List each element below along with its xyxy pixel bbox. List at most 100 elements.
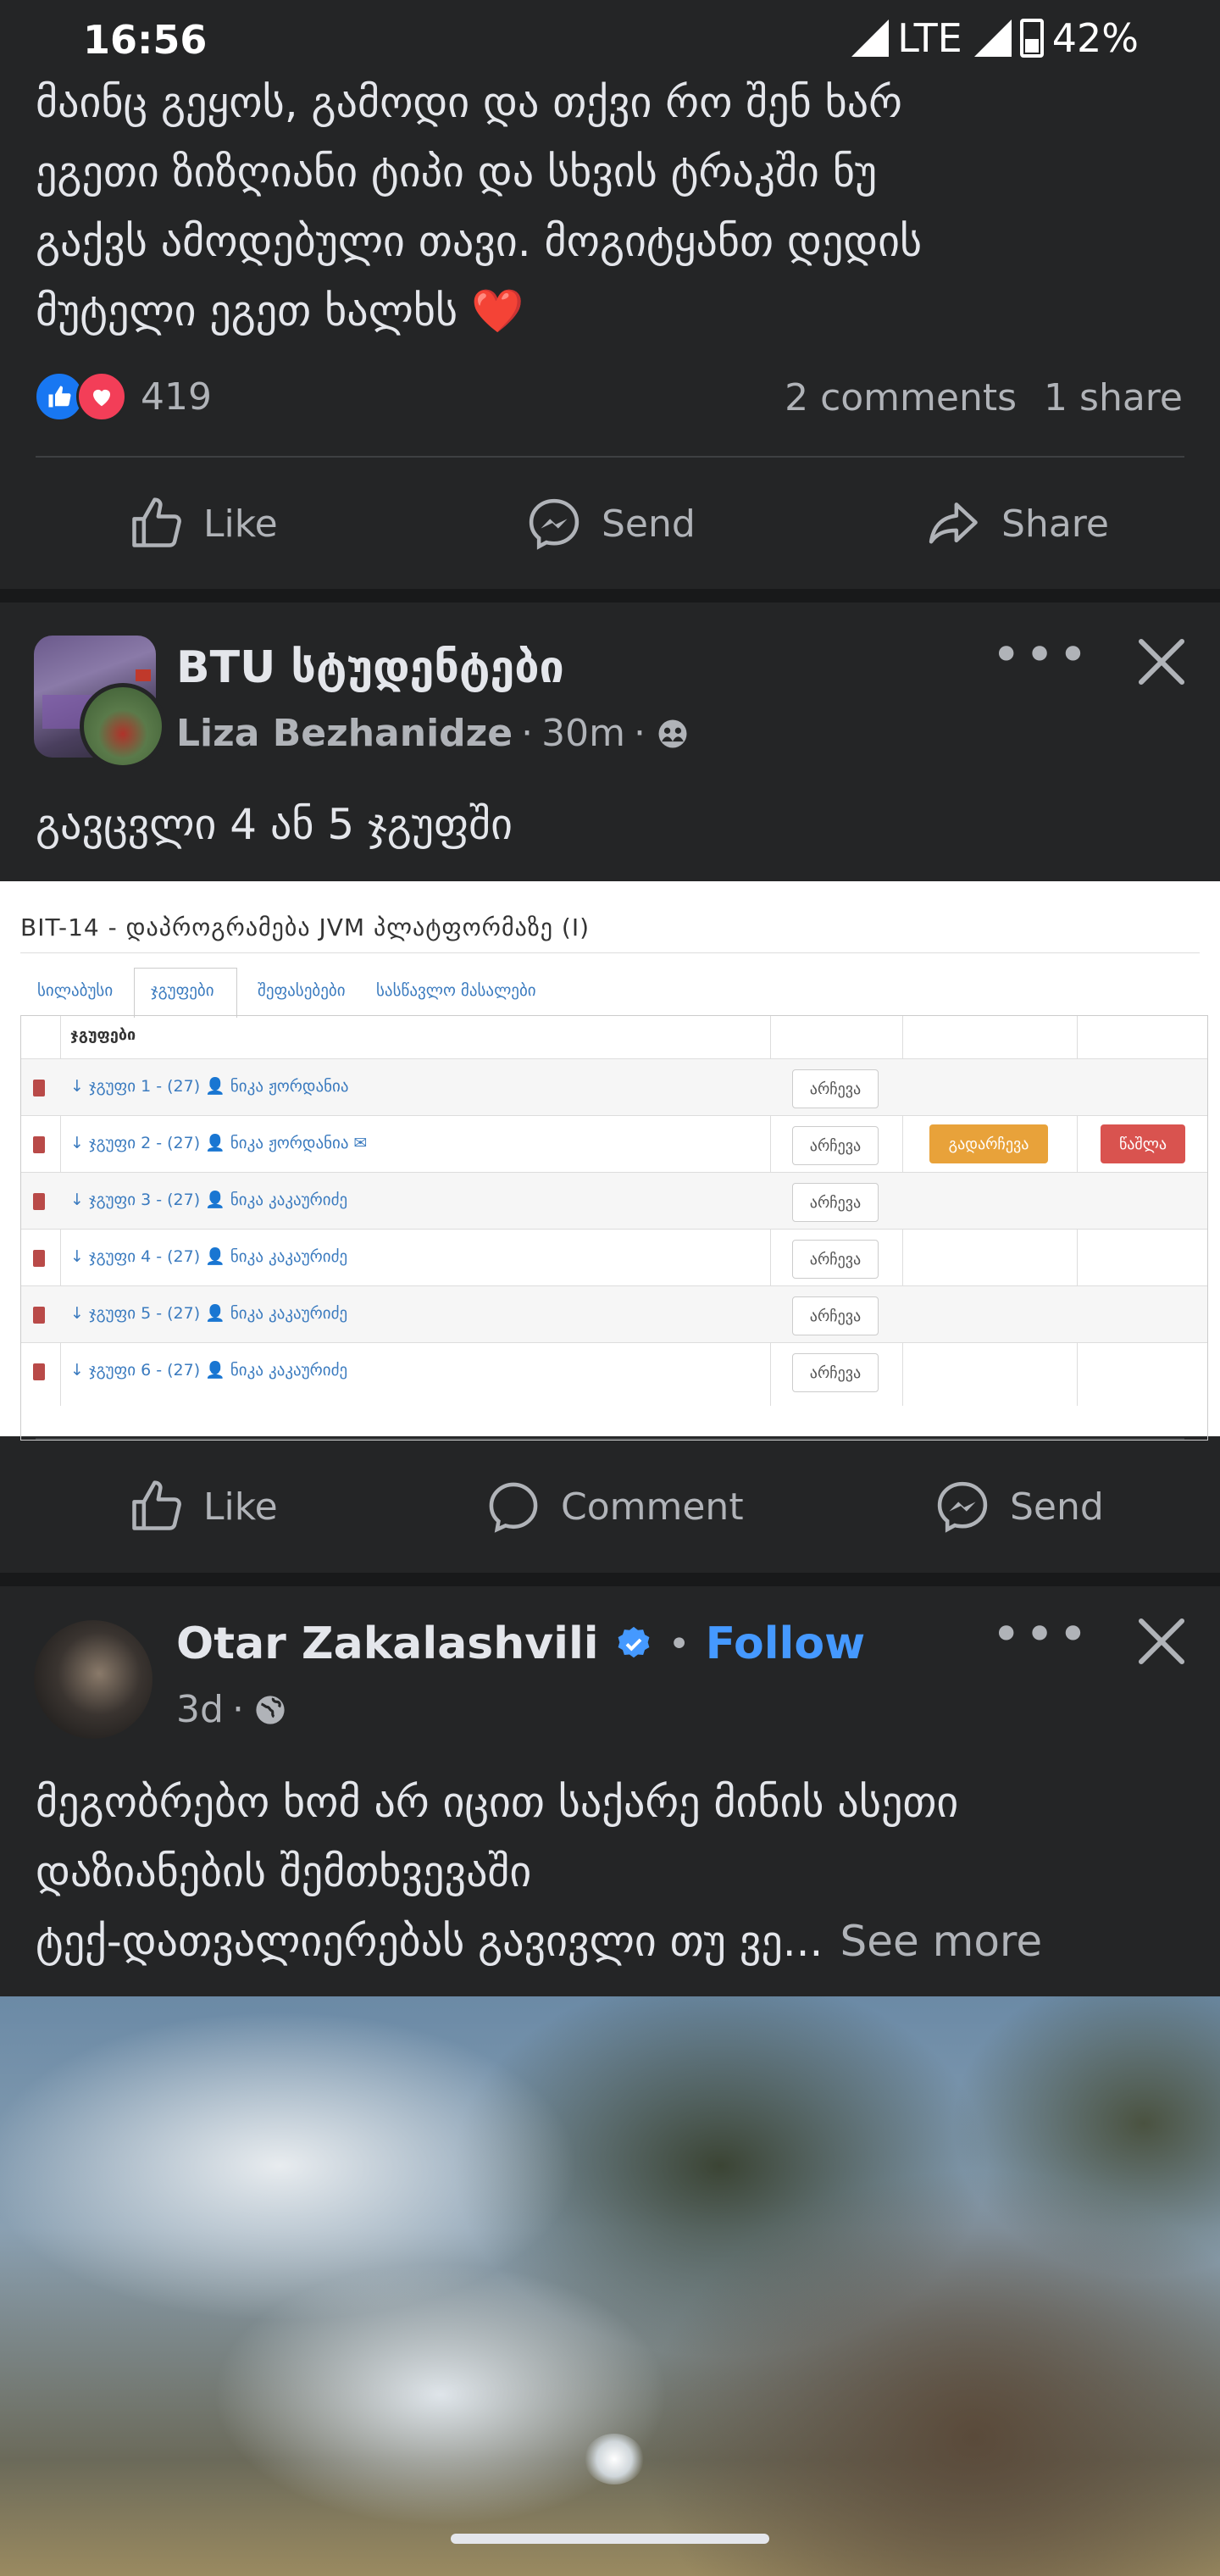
like-button[interactable]: Like [127, 1478, 278, 1535]
post1-text-line: ეგეთი ზიზღიანი ტიპი და სხვის ტრაკში ნუ [36, 147, 878, 197]
messenger-icon [937, 1481, 988, 1533]
reaction-count: 419 [141, 375, 212, 419]
screenshot-title: BIT-14 - დაპროგრამება JVM პლატფორმაზე (I… [20, 913, 591, 941]
reaction-summary[interactable]: 419 [34, 371, 212, 422]
group-link[interactable]: ↓ ჯგუფი 4 - (27) 👤 ნიკა კაკაურიძე [70, 1246, 347, 1266]
meta-separator: · [231, 1688, 244, 1731]
follow-button[interactable]: Follow [706, 1618, 866, 1669]
status-time: 16:56 [83, 17, 208, 63]
close-icon[interactable] [1135, 636, 1186, 686]
table-row: ↓ ჯგუფი 4 - (27) 👤 ნიკა კაკაურიძე არჩევა [21, 1229, 1207, 1286]
delete-button[interactable]: წაშლა [1101, 1124, 1185, 1163]
send-label: Send [1010, 1485, 1104, 1529]
post-time[interactable]: 3d [176, 1688, 224, 1731]
post3-text-line: მეგობრებო ხომ არ იცით საქარე მინის ასეთი [36, 1778, 959, 1827]
tab-grades[interactable]: შეფასებები [258, 981, 346, 1000]
divider [36, 456, 1184, 458]
row-marker [33, 1080, 45, 1096]
meta-separator: • [668, 1622, 690, 1666]
select-button[interactable]: არჩევა [792, 1069, 879, 1108]
select-button[interactable]: არჩევა [792, 1126, 879, 1165]
table-row: ↓ ჯგუფი 2 - (27) 👤 ნიკა ჟორდანია ✉ არჩევ… [21, 1115, 1207, 1173]
table-row: ↓ ჯგუფი 5 - (27) 👤 ნიკა კაკაურიძე არჩევა [21, 1285, 1207, 1343]
row-marker [33, 1250, 45, 1267]
author-avatar[interactable] [80, 683, 166, 769]
thumbs-up-icon [132, 497, 181, 547]
verified-badge-icon [618, 1626, 650, 1658]
messenger-icon [529, 498, 580, 550]
group-name[interactable]: BTU სტუდენტები [176, 642, 564, 693]
post3-text-line: დაზიანების შემთხვევაში [36, 1847, 532, 1896]
table-row: ↓ ჯგუფი 6 - (27) 👤 ნიკა კაკაურიძე არჩევა [21, 1342, 1207, 1400]
more-options-icon[interactable]: ••• [991, 625, 1091, 685]
see-more-link[interactable]: See more [840, 1907, 1042, 1976]
post-time[interactable]: 30m [541, 712, 625, 755]
author-avatar[interactable] [34, 1620, 152, 1739]
post2-text: გავცვლი 4 ან 5 ჯგუფში [36, 800, 513, 849]
thumbs-up-icon [132, 1480, 181, 1530]
post3-text-line: ტექ-დათვალიერებას გავივლი თუ ვე... [36, 1917, 824, 1966]
battery-icon [1019, 19, 1044, 58]
signal-icon-2 [973, 19, 1012, 57]
author-name[interactable]: Otar Zakalashvili [176, 1618, 599, 1669]
comment-label: Comment [561, 1485, 744, 1529]
row-marker [33, 1136, 45, 1153]
signal-icon [851, 19, 890, 57]
like-label: Like [203, 1485, 278, 1529]
send-button[interactable]: Send [525, 495, 696, 552]
table-row: ↓ ჯგუფი 1 - (27) 👤 ნიკა ჟორდანია არჩევა [21, 1058, 1207, 1116]
reselect-button[interactable]: გადარჩევა [929, 1124, 1048, 1163]
group-link[interactable]: ↓ ჯგუფი 6 - (27) 👤 ნიკა კაკაურიძე [70, 1360, 347, 1380]
share-label: Share [1001, 502, 1109, 546]
post-photo[interactable] [0, 1996, 1220, 2576]
meta-separator: · [521, 712, 534, 755]
more-options-icon[interactable]: ••• [991, 1605, 1091, 1664]
tab-groups[interactable]: ჯგუფები [151, 981, 214, 1000]
post3-text: მეგობრებო ხომ არ იცით საქარე მინის ასეთი… [36, 1768, 1205, 1976]
table-header: ჯგუფები [70, 1026, 136, 1044]
close-icon[interactable] [1135, 1615, 1186, 1666]
share-button[interactable]: Share [925, 495, 1109, 552]
windshield-chip [585, 2434, 644, 2484]
row-marker [33, 1193, 45, 1210]
post1-text-line: მაინც გეყოს, გამოდი და თქვი რო შენ ხარ [36, 78, 902, 127]
select-button[interactable]: არჩევა [792, 1240, 879, 1279]
home-indicator[interactable] [451, 2534, 769, 2544]
divider [36, 1438, 1184, 1440]
post1-text: მაინც გეყოს, გამოდი და თქვი რო შენ ხარ ე… [36, 68, 1188, 346]
shares-count[interactable]: 1 share [1044, 376, 1183, 419]
meta-separator: · [633, 712, 646, 755]
post-author[interactable]: Liza Bezhanidze [176, 712, 513, 755]
like-label: Like [203, 502, 278, 546]
select-button[interactable]: არჩევა [792, 1353, 879, 1392]
share-icon [929, 502, 978, 544]
post-image[interactable]: BIT-14 - დაპროგრამება JVM პლატფორმაზე (I… [0, 881, 1220, 1441]
tab-syllabus[interactable]: სილაბუსი [37, 981, 113, 1000]
globe-icon [256, 1695, 285, 1724]
network-type: LTE [897, 15, 962, 61]
like-button[interactable]: Like [127, 495, 278, 552]
post3-text-line-3: ტექ-დათვალიერებას გავივლი თუ ვე... See m… [36, 1907, 1205, 1976]
members-icon [658, 719, 687, 747]
tab-materials[interactable]: სასწავლო მასალები [376, 981, 536, 1000]
post1-text-line: გაქვს ამოდებული თავი. მოგიტყანთ დედის [36, 217, 923, 266]
row-marker [33, 1363, 45, 1380]
post1-text-line: მუტელი ეგეთ ხალხს ❤️ [36, 286, 524, 336]
group-link[interactable]: ↓ ჯგუფი 2 - (27) 👤 ნიკა ჟორდანია ✉ [70, 1133, 367, 1152]
post-separator [0, 1573, 1220, 1586]
groups-table: ჯგუფები ↓ ჯგუფი 1 - (27) 👤 ნიკა ჟორდანია… [20, 1015, 1208, 1441]
group-link[interactable]: ↓ ჯგუფი 3 - (27) 👤 ნიკა კაკაურიძე [70, 1190, 347, 1209]
table-row: ↓ ჯგუფი 3 - (27) 👤 ნიკა კაკაურიძე არჩევა [21, 1172, 1207, 1230]
group-link[interactable]: ↓ ჯგუფი 5 - (27) 👤 ნიკა კაკაურიძე [70, 1303, 347, 1323]
battery-level: 42% [1051, 15, 1139, 61]
love-reaction-icon [76, 371, 127, 422]
send-button[interactable]: Send [934, 1478, 1104, 1535]
select-button[interactable]: არჩევა [792, 1296, 879, 1335]
post-separator [0, 589, 1220, 602]
comment-button[interactable]: Comment [485, 1478, 744, 1535]
row-marker [33, 1307, 45, 1324]
divider [20, 952, 1200, 953]
comments-count[interactable]: 2 comments [785, 376, 1017, 419]
select-button[interactable]: არჩევა [792, 1183, 879, 1222]
group-link[interactable]: ↓ ჯგუფი 1 - (27) 👤 ნიკა ჟორდანია [70, 1076, 349, 1096]
